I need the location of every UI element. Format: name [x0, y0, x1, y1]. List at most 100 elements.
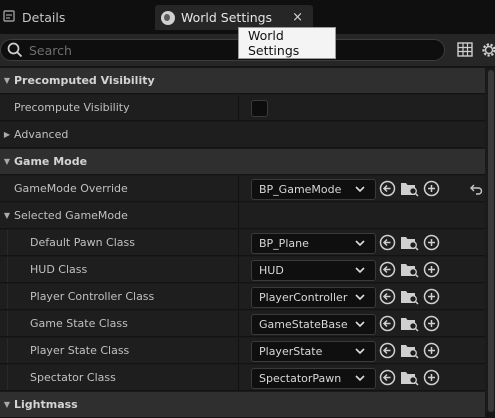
property-row-gamemode-override: GameMode Override BP_GameMode — [0, 176, 485, 202]
globe-icon — [161, 10, 175, 25]
category-label: Precomputed Visibility — [14, 74, 155, 87]
precompute-visibility-checkbox[interactable] — [251, 100, 268, 117]
add-icon[interactable] — [423, 288, 440, 305]
indent-guide — [7, 338, 8, 363]
collapse-arrow-icon: ▼ — [3, 400, 11, 409]
property-label: Precompute Visibility — [14, 101, 130, 114]
browse-folder-icon[interactable] — [400, 369, 419, 386]
add-icon[interactable] — [423, 369, 440, 386]
asset-actions — [379, 234, 440, 251]
collapse-arrow-icon: ▼ — [3, 157, 11, 166]
tooltip: World Settings — [238, 27, 336, 59]
property-label: Player State Class — [30, 344, 130, 357]
subcategory-label: Advanced — [14, 128, 69, 141]
default-pawn-class-combo[interactable]: BP_Plane — [251, 233, 376, 254]
property-label: Player Controller Class — [30, 290, 155, 303]
chevron-down-icon — [355, 267, 365, 274]
details-icon — [0, 9, 18, 27]
browse-folder-icon[interactable] — [400, 180, 419, 197]
browse-folder-icon[interactable] — [400, 288, 419, 305]
column-divider — [238, 284, 239, 309]
collapse-arrow-icon: ▼ — [3, 211, 11, 220]
category-label: Game Mode — [14, 155, 88, 168]
indent-guide — [7, 365, 8, 390]
indent-guide — [7, 284, 8, 309]
property-row-player-state-class: Player State Class PlayerState — [0, 338, 485, 364]
chevron-down-icon — [355, 186, 365, 193]
use-selected-icon[interactable] — [379, 315, 396, 332]
property-panel: ▼ Precomputed Visibility Precompute Visi… — [0, 68, 495, 418]
add-icon[interactable] — [423, 234, 440, 251]
add-icon[interactable] — [423, 180, 440, 197]
tab-details-label: Details — [22, 10, 66, 25]
property-row-game-state-class: Game State Class GameStateBase — [0, 311, 485, 337]
add-icon[interactable] — [423, 261, 440, 278]
column-divider — [238, 311, 239, 336]
combo-value: BP_GameMode — [259, 183, 342, 196]
browse-folder-icon[interactable] — [400, 261, 419, 278]
close-icon[interactable]: × — [292, 10, 303, 25]
chevron-down-icon — [355, 321, 365, 328]
property-label: Spectator Class — [30, 371, 116, 384]
combo-value: PlayerState — [259, 345, 323, 358]
use-selected-icon[interactable] — [379, 342, 396, 359]
asset-actions — [379, 288, 440, 305]
property-row-hud-class: HUD Class HUD — [0, 257, 485, 283]
property-row-default-pawn-class: Default Pawn Class BP_Plane — [0, 230, 485, 256]
use-selected-icon[interactable] — [379, 180, 396, 197]
hud-class-combo[interactable]: HUD — [251, 260, 376, 281]
combo-value: PlayerController — [259, 291, 348, 304]
add-icon[interactable] — [423, 342, 440, 359]
combo-value: BP_Plane — [259, 237, 309, 250]
indent-guide — [7, 230, 8, 255]
add-icon[interactable] — [423, 315, 440, 332]
scrollbar-thumb[interactable] — [488, 70, 494, 412]
asset-actions — [379, 261, 440, 278]
category-game-mode[interactable]: ▼ Game Mode — [0, 149, 485, 175]
property-label: Game State Class — [30, 317, 128, 330]
reset-to-default-icon[interactable] — [470, 183, 483, 195]
column-divider — [238, 365, 239, 390]
browse-folder-icon[interactable] — [400, 315, 419, 332]
asset-actions — [379, 369, 440, 386]
player-state-class-combo[interactable]: PlayerState — [251, 341, 376, 362]
property-row-precompute-visibility: Precompute Visibility — [0, 95, 485, 121]
chevron-down-icon — [355, 375, 365, 382]
column-divider — [238, 95, 239, 120]
indent-guide — [7, 311, 8, 336]
browse-folder-icon[interactable] — [400, 234, 419, 251]
gear-icon[interactable] — [480, 41, 495, 59]
chevron-down-icon — [355, 348, 365, 355]
property-label: HUD Class — [30, 263, 88, 276]
use-selected-icon[interactable] — [379, 234, 396, 251]
tab-details[interactable]: Details — [0, 5, 150, 30]
combo-value: HUD — [259, 264, 284, 277]
property-row-spectator-class: Spectator Class SpectatorPawn — [0, 365, 485, 391]
subcategory-selected-gamemode[interactable]: ▼ Selected GameMode — [0, 203, 485, 229]
property-label: Default Pawn Class — [30, 236, 135, 249]
gamemode-override-combo[interactable]: BP_GameMode — [251, 179, 376, 200]
category-lightmass[interactable]: ▼ Lightmass — [0, 392, 485, 418]
browse-folder-icon[interactable] — [400, 342, 419, 359]
chevron-down-icon — [355, 240, 365, 247]
combo-value: GameStateBase — [259, 318, 348, 331]
column-divider — [238, 230, 239, 255]
subcategory-label: Selected GameMode — [14, 209, 128, 222]
player-controller-class-combo[interactable]: PlayerController — [251, 287, 376, 308]
collapse-arrow-icon: ▼ — [3, 76, 11, 85]
use-selected-icon[interactable] — [379, 261, 396, 278]
property-label: GameMode Override — [14, 182, 128, 195]
game-state-class-combo[interactable]: GameStateBase — [251, 314, 376, 335]
indent-guide — [7, 257, 8, 282]
column-divider — [238, 257, 239, 282]
category-precomputed-visibility[interactable]: ▼ Precomputed Visibility — [0, 68, 485, 94]
expand-arrow-icon: ▶ — [3, 130, 11, 139]
search-box[interactable] — [0, 39, 445, 61]
use-selected-icon[interactable] — [379, 369, 396, 386]
subcategory-advanced[interactable]: ▶ Advanced — [0, 122, 485, 148]
table-view-icon[interactable] — [457, 42, 473, 57]
use-selected-icon[interactable] — [379, 288, 396, 305]
tooltip-text: World Settings — [248, 28, 300, 58]
spectator-class-combo[interactable]: SpectatorPawn — [251, 368, 376, 389]
chevron-down-icon — [355, 294, 365, 301]
